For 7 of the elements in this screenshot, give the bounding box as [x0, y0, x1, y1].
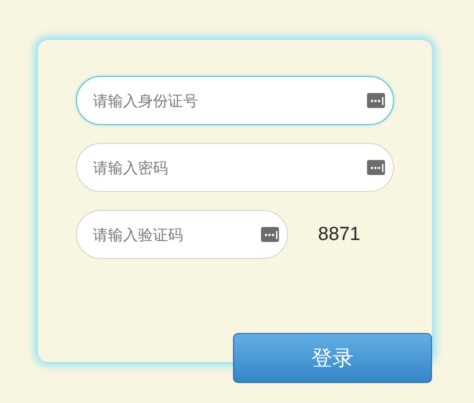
dots-icon[interactable]: [261, 227, 279, 242]
dots-icon[interactable]: [367, 93, 385, 108]
dots-icon[interactable]: [367, 160, 385, 175]
input-field[interactable]: 请输入身份证号: [76, 76, 394, 125]
input-field[interactable]: 请输入验证码: [76, 210, 288, 259]
input-field[interactable]: 请输入密码: [76, 143, 394, 192]
captcha-code[interactable]: 8871: [318, 224, 360, 246]
